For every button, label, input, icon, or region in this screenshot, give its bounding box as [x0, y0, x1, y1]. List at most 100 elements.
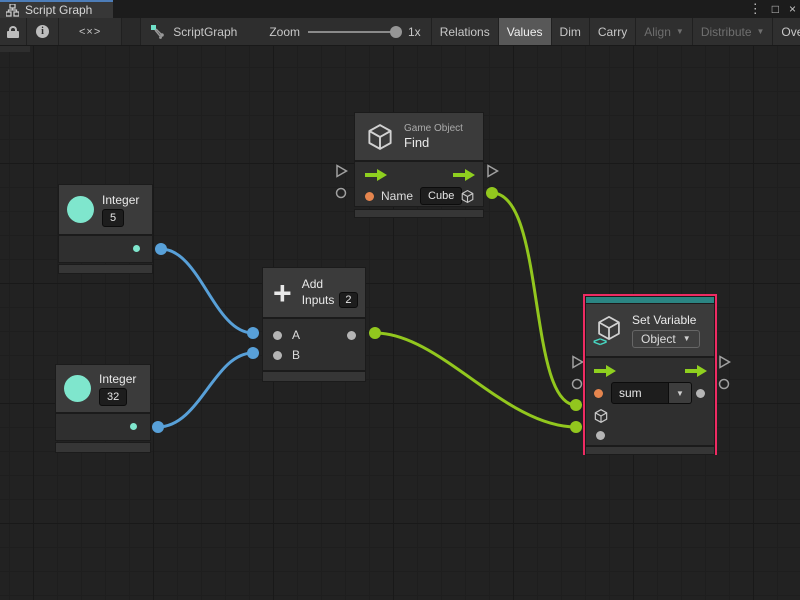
add-icon: +	[273, 278, 292, 308]
zoom-slider[interactable]	[308, 31, 400, 33]
node-find[interactable]: Game Object Find Name Cube	[355, 113, 483, 217]
info-icon: i	[36, 25, 49, 38]
node-footer	[56, 443, 150, 452]
name-value-field[interactable]: Cube	[420, 187, 462, 205]
integer-type-icon	[64, 375, 91, 402]
node-footer	[355, 210, 483, 217]
carry-button[interactable]: Carry	[590, 18, 636, 45]
variable-dropdown-button[interactable]: ▼	[669, 382, 692, 404]
window-controls: ⋮ □ ×	[749, 0, 796, 18]
code-preview-button[interactable]: <×>	[59, 18, 122, 45]
node-footer	[59, 265, 152, 273]
graph-toolbar: i <×> ScriptGraph Zoom 1x Relations	[0, 18, 800, 46]
code-icon: <×>	[79, 26, 101, 38]
inputs-count-field[interactable]: 2	[339, 292, 357, 308]
integer-value-field[interactable]: 32	[99, 388, 127, 406]
port-find-flow-in[interactable]	[337, 166, 347, 177]
graph-breadcrumb: ScriptGraph Zoom 1x	[140, 18, 431, 45]
node-title: Add	[302, 277, 323, 291]
wire-integer5-to-add-a[interactable]	[161, 249, 253, 333]
port-integer32-output[interactable]	[152, 421, 164, 433]
node-footer	[263, 372, 365, 381]
port-setvariable-flow-out[interactable]	[720, 357, 730, 368]
port-setvariable-object-input[interactable]	[570, 399, 582, 411]
zoom-slider-handle[interactable]	[390, 26, 402, 38]
add-output-dot[interactable]	[347, 331, 356, 340]
graph-name[interactable]: ScriptGraph	[173, 25, 237, 39]
wire-integer32-to-add-b[interactable]	[158, 353, 253, 427]
input-b-label: B	[292, 348, 300, 362]
window-menu-icon[interactable]: ⋮	[749, 0, 762, 18]
wire-add-to-setvariable[interactable]	[375, 333, 576, 427]
graph-canvas[interactable]: Integer 5 Integer 32	[0, 46, 800, 600]
flow-arrow-icon[interactable]	[685, 365, 707, 377]
relations-button[interactable]: Relations	[432, 18, 499, 45]
variable-name-combo[interactable]: sum ▼	[611, 382, 692, 404]
lock-button[interactable]	[0, 18, 27, 45]
node-integer-32[interactable]: Integer 32	[56, 365, 150, 452]
close-icon[interactable]: ×	[789, 0, 796, 18]
zoom-label: Zoom	[269, 25, 300, 39]
variable-name-field[interactable]: sum	[611, 382, 669, 404]
distribute-button[interactable]: Distribute▼	[693, 18, 774, 45]
node-set-variable[interactable]: <> Set Variable Object ▼	[586, 297, 714, 454]
node-footer	[586, 447, 714, 454]
node-add[interactable]: + Add Inputs 2 A B	[263, 268, 365, 381]
value-input-dot[interactable]	[596, 431, 605, 440]
node-set-variable-selection[interactable]: <> Set Variable Object ▼	[583, 294, 717, 455]
dim-button[interactable]: Dim	[552, 18, 590, 45]
port-find-output[interactable]	[486, 187, 498, 199]
flow-arrow-icon[interactable]	[365, 169, 387, 181]
node-title: Integer	[99, 372, 136, 386]
port-setvariable-value-input[interactable]	[570, 421, 582, 433]
game-object-output-icon[interactable]	[460, 189, 475, 204]
zoom-value: 1x	[408, 25, 421, 39]
game-object-cube-icon	[365, 122, 395, 152]
setvariable-output-dot[interactable]	[696, 389, 705, 398]
port-integer5-output[interactable]	[155, 243, 167, 255]
tab-label: Script Graph	[25, 3, 92, 17]
input-a-label: A	[292, 328, 300, 342]
port-find-flow-out[interactable]	[488, 166, 498, 177]
tab-script-graph[interactable]: Script Graph	[0, 0, 113, 18]
port-add-output[interactable]	[369, 327, 381, 339]
variable-name-input-dot[interactable]	[594, 389, 603, 398]
overview-button[interactable]: Overview	[773, 18, 800, 45]
integer-output-dot[interactable]	[133, 245, 140, 252]
node-title: Find	[404, 135, 429, 150]
port-add-input-a[interactable]	[247, 327, 259, 339]
maximize-icon[interactable]: □	[772, 0, 779, 18]
object-input-icon[interactable]	[593, 408, 609, 424]
port-add-input-b[interactable]	[247, 347, 259, 359]
node-integer-5[interactable]: Integer 5	[59, 185, 152, 273]
angle-brackets-glyph: <>	[593, 334, 606, 349]
set-variable-icon: <>	[594, 314, 624, 346]
node-accent-strip	[586, 297, 714, 304]
zoom-control: Zoom 1x	[269, 25, 420, 39]
integer-output-dot[interactable]	[130, 423, 137, 430]
wire-find-to-setvariable[interactable]	[492, 193, 576, 405]
node-title: Set Variable	[632, 313, 696, 327]
port-setvariable-flow-in[interactable]	[573, 357, 583, 368]
chevron-down-icon: ▼	[676, 27, 684, 36]
input-b-dot[interactable]	[273, 351, 282, 360]
port-setvariable-value-out[interactable]	[720, 380, 729, 389]
chevron-down-icon: ▼	[676, 389, 684, 398]
chevron-down-icon: ▼	[683, 334, 691, 343]
name-input-dot[interactable]	[365, 192, 374, 201]
port-setvariable-name-in[interactable]	[573, 380, 582, 389]
variable-scope-dropdown[interactable]: Object ▼	[632, 330, 700, 348]
toolbar-toggles: Relations Values Dim Carry Align▼ Distri…	[432, 18, 800, 45]
node-category: Game Object	[404, 123, 463, 134]
graph-tab-icon	[6, 4, 19, 17]
integer-value-field[interactable]: 5	[102, 209, 124, 227]
values-button[interactable]: Values	[499, 18, 552, 45]
align-button[interactable]: Align▼	[636, 18, 693, 45]
port-find-name-in[interactable]	[337, 189, 346, 198]
flow-arrow-icon[interactable]	[453, 169, 475, 181]
name-label: Name	[381, 189, 413, 203]
info-button[interactable]: i	[27, 18, 59, 45]
inputs-label: Inputs	[302, 293, 335, 307]
input-a-dot[interactable]	[273, 331, 282, 340]
flow-arrow-icon[interactable]	[594, 365, 616, 377]
